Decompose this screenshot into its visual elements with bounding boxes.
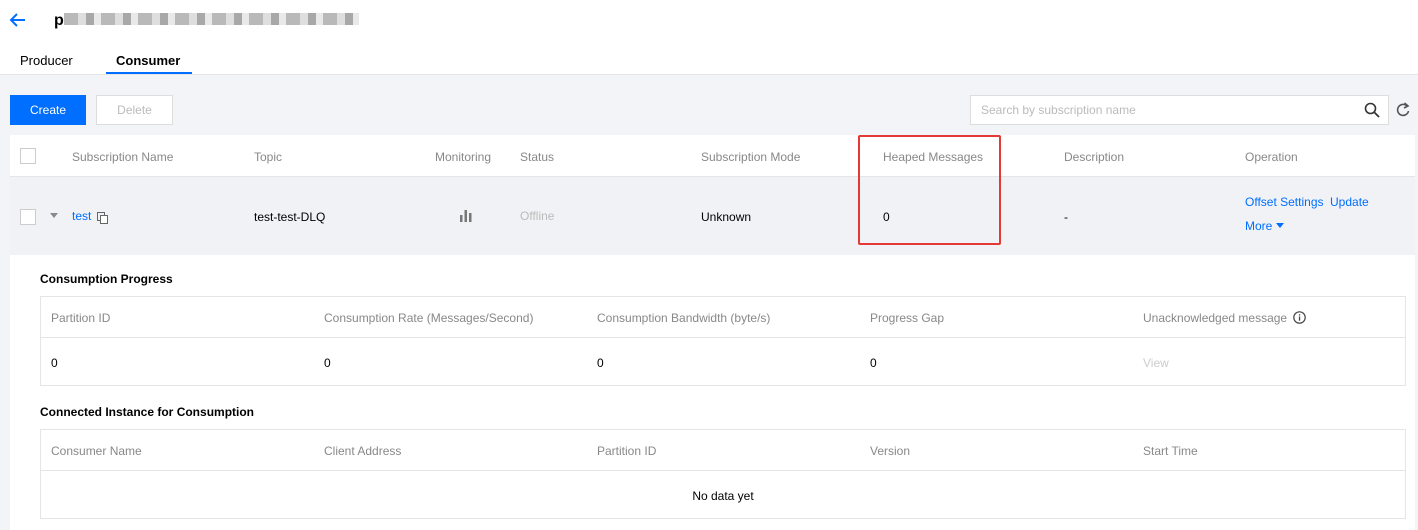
view-link[interactable]: View [1143,356,1169,370]
subscription-table: Subscription Name Topic Monitoring Statu… [10,135,1415,530]
consumption-rate-value: 0 [324,356,331,370]
col-operation: Operation [1245,150,1298,164]
consumption-progress-table: Partition ID Consumption Rate (Messages/… [40,296,1406,386]
search-box [970,95,1389,125]
col-status: Status [520,150,555,164]
col-description: Description [1064,150,1125,164]
offset-settings-link[interactable]: Offset Settings [1245,195,1324,209]
col-partition-id: Partition ID [51,311,111,325]
tab-producer[interactable]: Producer [20,53,73,68]
active-tab-indicator [106,72,192,74]
page-header: p Producer Consumer [0,0,1418,75]
consumption-progress-header: Partition ID Consumption Rate (Messages/… [41,297,1405,338]
col-progress-gap: Progress Gap [870,311,945,325]
caret-down-icon [1276,223,1285,228]
search-icon[interactable] [1364,102,1380,118]
tab-consumer[interactable]: Consumer [116,53,180,68]
back-arrow-icon[interactable] [8,10,28,30]
connected-instance-header: Consumer Name Client Address Partition I… [41,430,1405,471]
col-topic: Topic [254,150,283,164]
create-button[interactable]: Create [10,95,86,125]
col-heaped-messages: Heaped Messages [883,150,984,164]
subscription-mode-value: Unknown [701,210,752,224]
delete-button[interactable]: Delete [96,95,173,125]
col-consumption-rate: Consumption Rate (Messages/Second) [324,311,534,325]
consumption-bandwidth-value: 0 [597,356,604,370]
more-label: More [1245,219,1273,233]
consumption-progress-title: Consumption Progress [40,272,173,286]
refresh-icon[interactable] [1396,102,1410,118]
status-badge: Offline [520,209,555,223]
page-title: p [54,12,64,29]
row-checkbox[interactable] [20,209,36,225]
update-link[interactable]: Update [1330,195,1369,209]
connected-instance-title: Connected Instance for Consumption [40,405,255,419]
col-unacknowledged-message: Unacknowledged message [1143,311,1306,325]
table-row: test test-test-DLQ Offline Unknown 0 - O… [10,177,1415,255]
redacted-title [64,13,359,25]
bar-chart-icon[interactable] [459,209,473,222]
topic-value: test-test-DLQ [254,210,326,224]
select-all-checkbox[interactable] [20,148,36,164]
col-start-time: Start Time [1143,444,1198,458]
expand-caret-icon[interactable] [50,213,58,218]
more-dropdown[interactable]: More [1245,219,1285,233]
col-consumption-bandwidth: Consumption Bandwidth (byte/s) [597,311,771,325]
partition-id-value: 0 [51,356,58,370]
col-version: Version [870,444,911,458]
table-header: Subscription Name Topic Monitoring Statu… [10,135,1415,177]
heaped-messages-value: 0 [883,210,890,224]
col-subscription-name: Subscription Name [72,150,174,164]
progress-gap-value: 0 [870,356,877,370]
subscription-name-link[interactable]: test [72,209,91,223]
col-instance-partition-id: Partition ID [597,444,657,458]
col-unacknowledged-label: Unacknowledged message [1143,311,1288,325]
description-value: - [1064,210,1068,224]
col-subscription-mode: Subscription Mode [701,150,801,164]
empty-state-text: No data yet [692,489,754,503]
col-monitoring: Monitoring [435,150,492,164]
col-consumer-name: Consumer Name [51,444,142,458]
info-icon[interactable] [1293,311,1306,324]
copy-icon[interactable] [97,212,109,224]
search-input[interactable] [971,96,1361,124]
connected-instance-table: Consumer Name Client Address Partition I… [40,429,1406,519]
col-client-address: Client Address [324,444,402,458]
